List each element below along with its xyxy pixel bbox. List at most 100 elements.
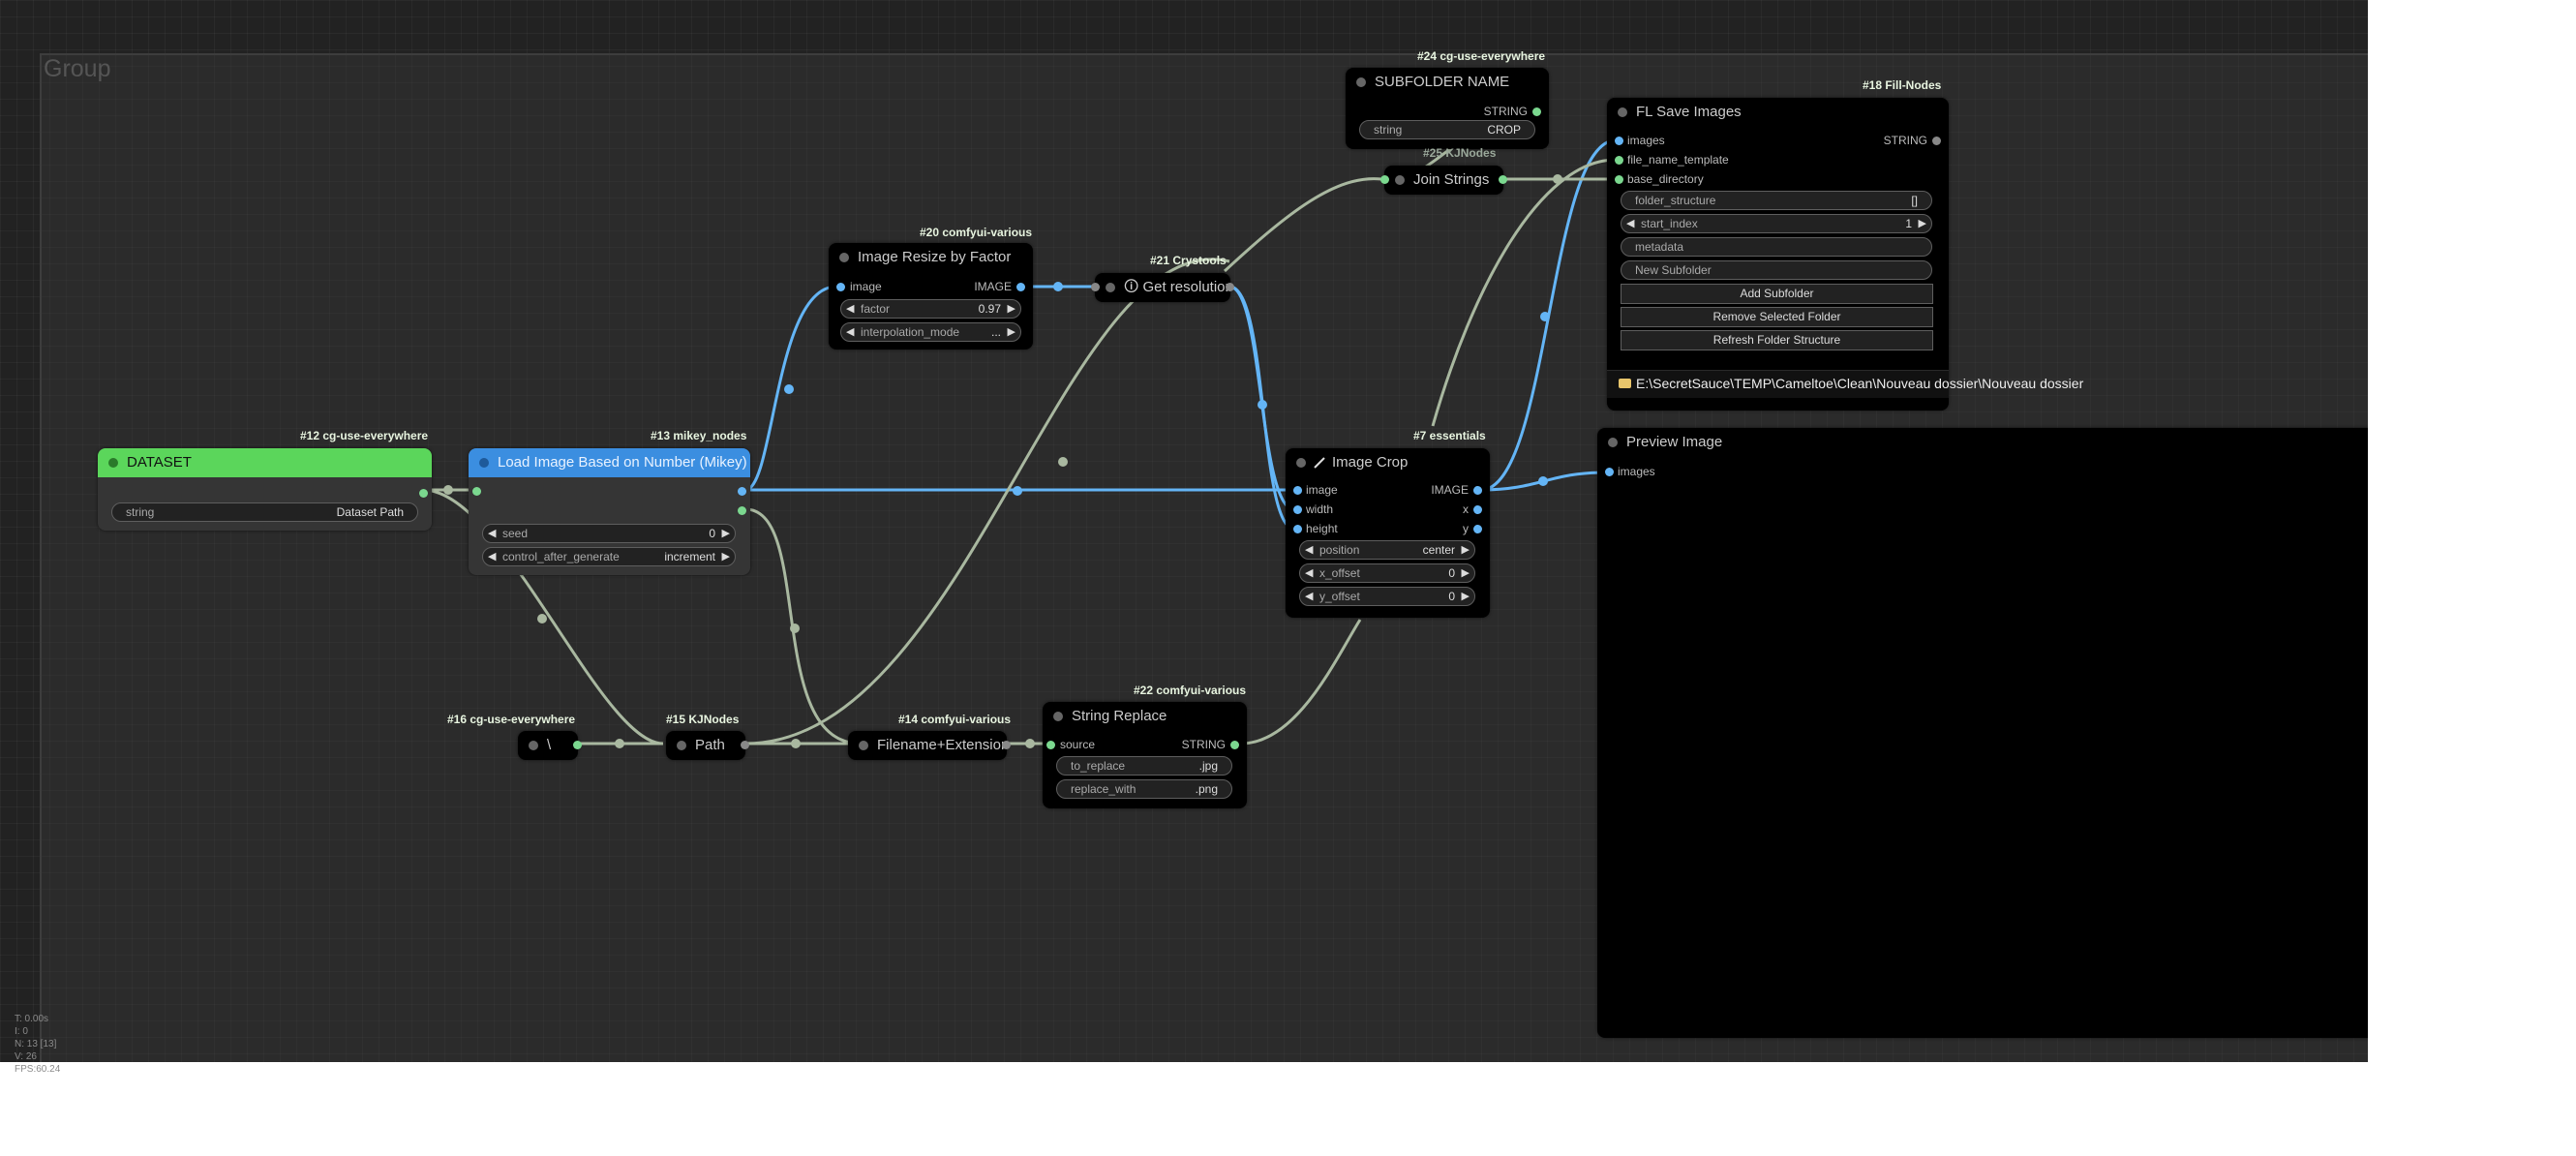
reroute-dot xyxy=(1013,486,1022,496)
increment-arrow[interactable]: ▶ xyxy=(1008,300,1015,318)
node-canvas[interactable]: Group #12 cg-use-everywhere DATASET stri… xyxy=(0,0,2368,1062)
node-title[interactable]: Preview Image xyxy=(1597,428,2368,457)
output-slot-image[interactable] xyxy=(1016,283,1025,291)
node-title[interactable]: Filename+Extension xyxy=(848,731,1007,760)
path-node[interactable]: Path xyxy=(666,731,749,760)
input-slot[interactable] xyxy=(472,487,481,496)
dataset-node[interactable]: DATASET string Dataset Path xyxy=(98,448,432,531)
input-slot-base-directory[interactable] xyxy=(1615,175,1623,184)
replace-with-widget[interactable]: replace_with .png xyxy=(1056,779,1232,799)
string-widget[interactable]: string CROP xyxy=(1359,120,1535,139)
seed-widget[interactable]: ◀ seed 0 ▶ xyxy=(482,524,736,543)
control-after-generate-widget[interactable]: ◀ control_after_generate increment ▶ xyxy=(482,547,736,566)
node-badge: #16 cg-use-everywhere xyxy=(447,713,576,726)
decrement-arrow[interactable]: ◀ xyxy=(488,525,496,542)
node-title[interactable]: SUBFOLDER NAME xyxy=(1346,68,1549,97)
factor-widget[interactable]: ◀ factor 0.97 ▶ xyxy=(840,299,1021,319)
increment-arrow[interactable]: ▶ xyxy=(722,548,730,565)
output-slot[interactable] xyxy=(1226,283,1234,291)
output-slot[interactable] xyxy=(1532,107,1541,116)
input-slot-source[interactable] xyxy=(1046,741,1055,749)
input-slot-width[interactable] xyxy=(1293,505,1302,514)
subfolder-name-node[interactable]: SUBFOLDER NAME STRING string CROP xyxy=(1346,68,1549,149)
node-title[interactable]: Image Crop xyxy=(1286,448,1490,477)
join-strings-node[interactable]: Join Strings xyxy=(1380,166,1507,195)
node-title[interactable]: FL Save Images xyxy=(1607,98,1949,127)
input-slot-image[interactable] xyxy=(1293,486,1302,495)
output-slot-y[interactable] xyxy=(1473,525,1482,533)
refresh-structure-button[interactable]: Refresh Folder Structure xyxy=(1621,330,1933,350)
reroute-dot xyxy=(790,624,800,633)
decrement-arrow[interactable]: ◀ xyxy=(1305,541,1313,559)
input-slot-height[interactable] xyxy=(1293,525,1302,533)
folder-tree[interactable]: E:\SecretSauce\TEMP\Cameltoe\Clean\Nouve… xyxy=(1607,370,2083,398)
node-badge: #21 Crystools xyxy=(1150,254,1227,267)
folder-path[interactable]: E:\SecretSauce\TEMP\Cameltoe\Clean\Nouve… xyxy=(1636,376,2083,391)
fl-save-images-node[interactable]: FL Save Images images STRING file_name_t… xyxy=(1607,98,2083,411)
input-slot-images[interactable] xyxy=(1605,468,1614,476)
output-slot[interactable] xyxy=(1230,741,1239,749)
decrement-arrow[interactable]: ◀ xyxy=(1305,564,1313,582)
input-slot[interactable] xyxy=(1091,283,1100,291)
preview-image-node[interactable]: Preview Image images xyxy=(1597,428,2368,1038)
input-slot[interactable] xyxy=(1380,175,1389,184)
node-title[interactable]: \ xyxy=(518,731,578,760)
metadata-widget[interactable]: metadata xyxy=(1621,237,1932,257)
output-slot[interactable] xyxy=(1002,741,1011,749)
stats-fps: FPS:60.24 xyxy=(15,1064,61,1075)
node-title[interactable]: String Replace xyxy=(1043,702,1247,731)
output-slot-image[interactable] xyxy=(1473,486,1482,495)
increment-arrow[interactable]: ▶ xyxy=(1462,588,1470,605)
output-slot[interactable] xyxy=(419,489,428,498)
node-title[interactable]: Image Resize by Factor xyxy=(829,243,1033,272)
position-widget[interactable]: ◀ position center ▶ xyxy=(1299,540,1475,560)
filename-extension-node[interactable]: Filename+Extension xyxy=(848,731,1011,760)
to-replace-widget[interactable]: to_replace .jpg xyxy=(1056,756,1232,776)
node-badge: #24 cg-use-everywhere xyxy=(1417,49,1546,63)
output-slot-x[interactable] xyxy=(1473,505,1482,514)
output-slot[interactable] xyxy=(1932,137,1941,145)
decrement-arrow[interactable]: ◀ xyxy=(846,300,854,318)
node-title[interactable]: Load Image Based on Number (Mikey) xyxy=(469,448,750,477)
remove-folder-button[interactable]: Remove Selected Folder xyxy=(1621,307,1933,327)
output-slot[interactable] xyxy=(1499,175,1507,184)
input-slot-image[interactable] xyxy=(836,283,845,291)
output-slot[interactable] xyxy=(573,741,582,749)
decrement-arrow[interactable]: ◀ xyxy=(1626,215,1634,232)
node-title[interactable]: 🛈 Get resolution xyxy=(1095,273,1230,302)
input-slot-template[interactable] xyxy=(1615,156,1623,165)
string-widget[interactable]: string Dataset Path xyxy=(111,502,418,522)
node-title[interactable]: Path xyxy=(666,731,745,760)
reroute-dot xyxy=(537,614,547,624)
folder-structure-widget[interactable]: folder_structure [] xyxy=(1621,191,1932,210)
increment-arrow[interactable]: ▶ xyxy=(1919,215,1926,232)
backslash-node[interactable]: \ xyxy=(518,731,582,760)
decrement-arrow[interactable]: ◀ xyxy=(1305,588,1313,605)
decrement-arrow[interactable]: ◀ xyxy=(488,548,496,565)
node-title[interactable]: DATASET xyxy=(98,448,432,477)
reroute-dot xyxy=(1025,739,1035,748)
decrement-arrow[interactable]: ◀ xyxy=(846,323,854,341)
start-index-widget[interactable]: ◀ start_index 1 ▶ xyxy=(1621,214,1932,233)
node-title[interactable]: Join Strings xyxy=(1384,166,1503,195)
load-image-node[interactable]: Load Image Based on Number (Mikey) ◀ see… xyxy=(469,448,750,575)
increment-arrow[interactable]: ▶ xyxy=(1008,323,1015,341)
output-slot-filename[interactable] xyxy=(738,506,746,515)
output-slot-image[interactable] xyxy=(738,487,746,496)
input-slot-images[interactable] xyxy=(1615,137,1623,145)
y-offset-widget[interactable]: ◀ y_offset 0 ▶ xyxy=(1299,587,1475,606)
output-slot[interactable] xyxy=(741,741,749,749)
increment-arrow[interactable]: ▶ xyxy=(722,525,730,542)
string-replace-node[interactable]: String Replace source STRING to_replace … xyxy=(1043,702,1247,808)
image-crop-node[interactable]: Image Crop image IMAGE width x height y … xyxy=(1286,448,1490,618)
get-resolution-node[interactable]: 🛈 Get resolution xyxy=(1091,273,1234,302)
image-resize-node[interactable]: Image Resize by Factor image IMAGE ◀ fac… xyxy=(829,243,1033,350)
x-offset-widget[interactable]: ◀ x_offset 0 ▶ xyxy=(1299,563,1475,583)
interpolation-mode-widget[interactable]: ◀ interpolation_mode ... ▶ xyxy=(840,322,1021,342)
increment-arrow[interactable]: ▶ xyxy=(1462,564,1470,582)
node-badge: #25 KJNodes xyxy=(1423,146,1497,160)
add-subfolder-button[interactable]: Add Subfolder xyxy=(1621,284,1933,304)
increment-arrow[interactable]: ▶ xyxy=(1462,541,1470,559)
folder-icon xyxy=(1619,379,1631,388)
new-subfolder-input[interactable]: New Subfolder xyxy=(1621,260,1932,280)
